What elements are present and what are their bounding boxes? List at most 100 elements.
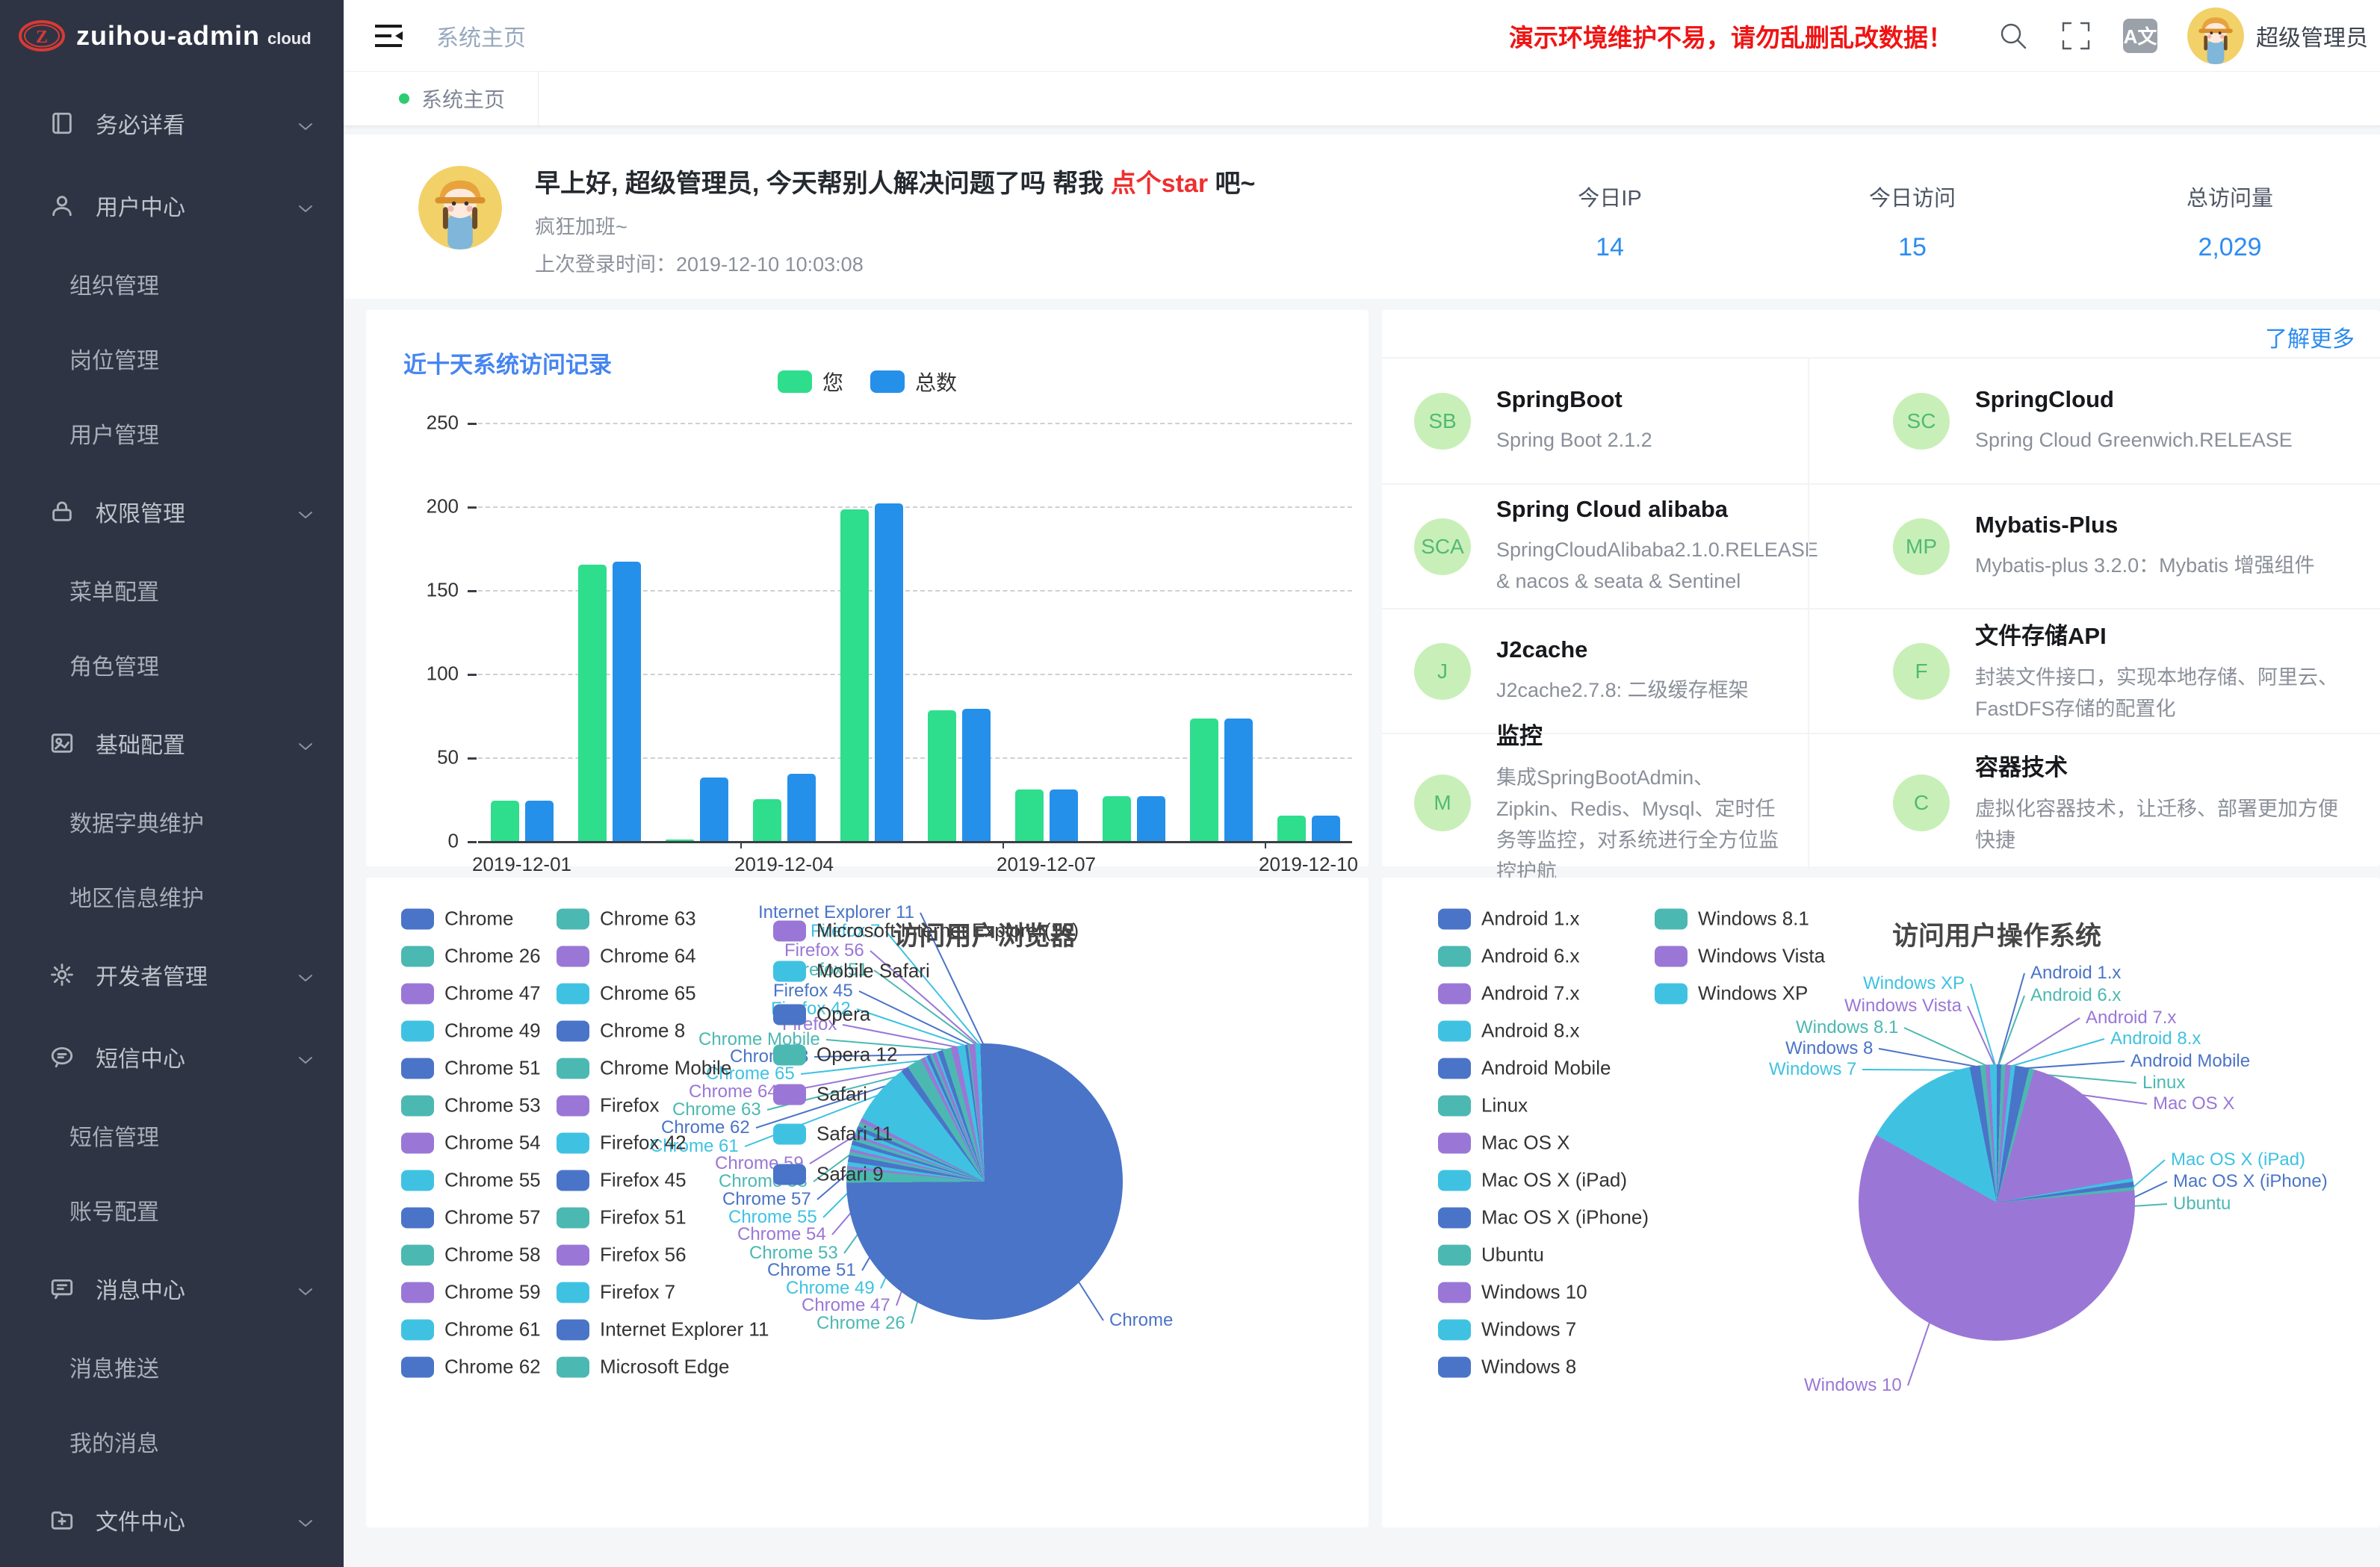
sidebar-item-5[interactable]: 权限管理 [0,471,344,553]
sidebar-subitem-3[interactable]: 岗位管理 [0,321,344,396]
user-avatar[interactable] [2187,7,2244,64]
legend-item-Windows 8[interactable]: Windows 8 [1438,1356,1576,1379]
legend-item-Android 7.x[interactable]: Android 7.x [1438,982,1580,1005]
legend-item-Chrome 26[interactable]: Chrome 26 [401,945,541,968]
sidebar-item-8[interactable]: 基础配置 [0,702,344,784]
legend-item-Chrome 8[interactable]: Chrome 8 [557,1020,685,1043]
legend-item-Mobile Safari[interactable]: Mobile Safari [773,960,930,983]
legend-item-Windows XP[interactable]: Windows XP [1655,982,1808,1005]
legend-item-Opera 12[interactable]: Opera 12 [773,1043,897,1067]
legend-item-Chrome 51[interactable]: Chrome 51 [401,1057,541,1080]
app-logo[interactable]: Z zuihou-admin cloud [0,0,344,72]
legend-item-Chrome 55[interactable]: Chrome 55 [401,1169,541,1192]
legend-item-Mac OS X (iPhone)[interactable]: Mac OS X (iPhone) [1438,1206,1649,1229]
bar-您-2019-12-07 [1015,789,1044,841]
legend-item-Windows Vista[interactable]: Windows Vista [1655,945,1825,968]
legend-item-Chrome 63[interactable]: Chrome 63 [557,907,696,931]
legend-swatch [401,1095,434,1116]
legend-item-Firefox 45[interactable]: Firefox 45 [557,1169,687,1192]
search-icon[interactable] [1998,20,2029,52]
legend-item-Chrome 62[interactable]: Chrome 62 [401,1356,541,1379]
legend-item-Microsoft Edge[interactable]: Microsoft Edge [557,1356,729,1379]
x-tick [740,841,742,848]
language-icon[interactable]: A文 [2123,19,2157,53]
legend-item-Chrome 54[interactable]: Chrome 54 [401,1132,541,1155]
legend-item-Windows 8.1[interactable]: Windows 8.1 [1655,907,1809,931]
legend-item-Linux[interactable]: Linux [1438,1094,1528,1117]
sidebar-subitem-14[interactable]: 账号配置 [0,1173,344,1247]
sidebar-item-0[interactable]: 务必详看 [0,82,344,164]
sidebar-subitem-2[interactable]: 组织管理 [0,246,344,321]
legend-item-Firefox[interactable]: Firefox [557,1094,659,1117]
legend-item-Firefox 42[interactable]: Firefox 42 [557,1132,687,1155]
legend-item-Android 6.x[interactable]: Android 6.x [1438,945,1580,968]
tech-card-Spring Cloud alibaba: SCASpring Cloud alibabaSpringCloudAlibab… [1382,485,1808,608]
sidebar-subitem-10[interactable]: 地区信息维护 [0,859,344,934]
sidebar-subitem-6[interactable]: 菜单配置 [0,553,344,627]
legend-item-Chrome 49[interactable]: Chrome 49 [401,1020,541,1043]
star-link[interactable]: 点个star [1111,170,1208,198]
legend-label: Windows 7 [1481,1318,1576,1341]
sidebar-collapse-icon[interactable] [375,23,405,49]
legend-item-Windows 7[interactable]: Windows 7 [1438,1318,1576,1341]
legend-item-Android 8.x[interactable]: Android 8.x [1438,1020,1580,1043]
legend-item-Firefox 51[interactable]: Firefox 51 [557,1206,687,1229]
legend-item-Safari 9[interactable]: Safari 9 [773,1163,884,1186]
bar-总数-2019-12-06 [962,709,991,841]
tech-initial-badge: F [1893,643,1950,700]
sidebar-subitem-7[interactable]: 角色管理 [0,627,344,702]
legend-label: Chrome 26 [444,945,541,968]
legend-item-Chrome 58[interactable]: Chrome 58 [401,1244,541,1267]
legend-swatch [1438,1170,1471,1191]
legend-item-Windows 10[interactable]: Windows 10 [1438,1281,1587,1304]
sidebar-item-15[interactable]: 消息中心 [0,1247,344,1329]
legend-item-Chrome 47[interactable]: Chrome 47 [401,982,541,1005]
sidebar-subitem-label: 岗位管理 [69,342,159,375]
sidebar-subitem-17[interactable]: 我的消息 [0,1404,344,1479]
legend-item-Internet Explorer 11[interactable]: Internet Explorer 11 [557,1318,769,1341]
sidebar-item-1[interactable]: 用户中心 [0,164,344,246]
legend-item-Firefox 56[interactable]: Firefox 56 [557,1244,687,1267]
legend-swatch [557,1282,589,1303]
sidebar-item-12[interactable]: 短信中心 [0,1016,344,1098]
tab-home[interactable]: 系统主页 [366,72,539,125]
legend-item-Android Mobile[interactable]: Android Mobile [1438,1057,1611,1080]
learn-more-link[interactable]: 了解更多 [2265,320,2355,353]
sidebar-subitem-13[interactable]: 短信管理 [0,1098,344,1173]
legend-swatch [557,983,589,1004]
legend-item-Chrome 57[interactable]: Chrome 57 [401,1206,541,1229]
sidebar-subitem-9[interactable]: 数据字典维护 [0,784,344,859]
legend-item-Android 1.x[interactable]: Android 1.x [1438,907,1580,931]
x-tick [1002,841,1004,848]
breadcrumb[interactable]: 系统主页 [436,19,526,52]
sidebar-item-11[interactable]: 开发者管理 [0,934,344,1016]
legend-item-Ubuntu[interactable]: Ubuntu [1438,1244,1544,1267]
legend-item-Firefox 7[interactable]: Firefox 7 [557,1281,675,1304]
username[interactable]: 超级管理员 [2256,19,2368,52]
bar-chart-plot: 0501001502002502019-12-012019-12-042019-… [366,310,1369,866]
legend-item-Safari 11[interactable]: Safari 11 [773,1123,893,1146]
legend-item-Chrome 64[interactable]: Chrome 64 [557,945,696,968]
legend-item-Chrome 65[interactable]: Chrome 65 [557,982,696,1005]
legend-item-Chrome 53[interactable]: Chrome 53 [401,1094,541,1117]
legend-label: Mac OS X [1481,1132,1569,1155]
fullscreen-icon[interactable] [2060,20,2092,52]
sidebar-item-label: 务必详看 [96,107,185,140]
sidebar-subitem-4[interactable]: 用户管理 [0,396,344,471]
legend-swatch [401,1207,434,1228]
legend-item-Mac OS X (iPad)[interactable]: Mac OS X (iPad) [1438,1169,1627,1192]
legend-item-Chrome 59[interactable]: Chrome 59 [401,1281,541,1304]
legend-item-Chrome[interactable]: Chrome [401,907,513,931]
tech-desc: 虚拟化容器技术，让迁移、部署更加方便快捷 [1975,794,2358,857]
legend-item-Opera[interactable]: Opera [773,1003,870,1026]
legend-label: Safari [816,1083,867,1106]
stat-today-visits: 今日访问15 [1800,134,2024,262]
legend-item-Mac OS X[interactable]: Mac OS X [1438,1132,1569,1155]
sidebar-subitem-16[interactable]: 消息推送 [0,1329,344,1404]
legend-item-Chrome 61[interactable]: Chrome 61 [401,1318,541,1341]
pie-label-line [2133,1160,2165,1188]
sidebar-item-18[interactable]: 文件中心 [0,1479,344,1561]
chevron-down-icon [297,1049,314,1065]
legend-item-Chrome Mobile[interactable]: Chrome Mobile [557,1057,731,1080]
legend-item-Safari[interactable]: Safari [773,1083,867,1106]
